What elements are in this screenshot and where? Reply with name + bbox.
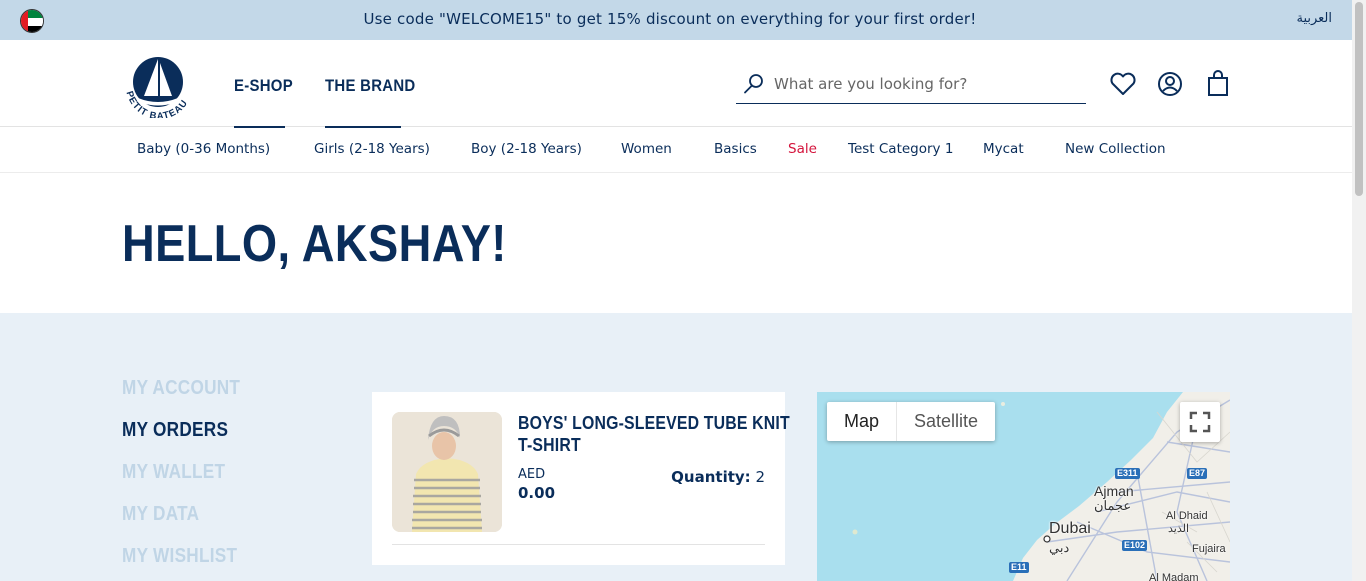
promo-bar: Use code "WELCOME15" to get 15% discount…: [0, 0, 1352, 40]
map-label-ajman: Ajman: [1094, 483, 1134, 499]
category-girls[interactable]: Girls (2-18 Years): [314, 141, 430, 157]
map-label-al-dhaid: Al Dhaid: [1166, 510, 1208, 522]
bag-icon[interactable]: [1203, 69, 1233, 99]
search-bar[interactable]: [736, 69, 1086, 104]
price-currency: AED: [518, 467, 546, 482]
page-title: HELLO, AKSHAY!: [122, 215, 507, 273]
sidebar-item-my-wallet[interactable]: MY WALLET: [122, 461, 225, 484]
map-label-ajman-ar: عجمان: [1094, 498, 1132, 513]
search-input[interactable]: [774, 71, 1074, 97]
road-shield-e311: E311: [1115, 468, 1140, 479]
road-shield-e102: E102: [1122, 540, 1148, 551]
category-sale[interactable]: Sale: [788, 141, 817, 157]
category-nav: Baby (0-36 Months) Girls (2-18 Years) Bo…: [0, 128, 1352, 173]
sidebar-item-my-data[interactable]: MY DATA: [122, 503, 199, 526]
map-type-map[interactable]: Map: [827, 402, 896, 441]
heart-icon[interactable]: [1108, 69, 1138, 99]
account-content: MY ACCOUNT MY ORDERS MY WALLET MY DATA M…: [0, 313, 1352, 581]
nav-eshop[interactable]: E-SHOP: [234, 76, 293, 96]
map-label-fujaira: Fujaira: [1192, 543, 1226, 555]
scrollbar-thumb[interactable]: [1355, 2, 1363, 196]
quantity-value: 2: [755, 468, 765, 486]
product-name-line-1: BOYS' LONG-SLEEVED TUBE KNIT: [518, 413, 790, 433]
road-shield-e87: E87: [1187, 468, 1208, 479]
category-test-category-1[interactable]: Test Category 1: [848, 141, 953, 157]
product-name[interactable]: BOYS' LONG-SLEEVED TUBE KNIT T-SHIRT: [518, 412, 790, 456]
price-value: 0.00: [518, 484, 556, 502]
fullscreen-icon: [1189, 411, 1211, 433]
quantity-label: Quantity:: [671, 468, 751, 486]
map-label-al-dhaid-ar: الذيد: [1168, 523, 1190, 535]
brand-logo[interactable]: PETIT BATEAU: [120, 50, 198, 122]
quantity: Quantity: 2: [671, 468, 765, 486]
fullscreen-button[interactable]: [1180, 402, 1220, 442]
category-mycat[interactable]: Mycat: [983, 141, 1024, 157]
map-type-satellite[interactable]: Satellite: [896, 402, 995, 441]
map-type-toggle[interactable]: Map Satellite: [827, 402, 996, 441]
account-icon[interactable]: [1155, 69, 1185, 99]
category-new-collection[interactable]: New Collection: [1065, 141, 1166, 157]
language-switch-link[interactable]: العربية: [1296, 11, 1332, 26]
category-baby[interactable]: Baby (0-36 Months): [137, 141, 270, 157]
greeting-section: HELLO, AKSHAY!: [0, 174, 1352, 313]
category-boy[interactable]: Boy (2-18 Years): [471, 141, 582, 157]
sidebar-item-my-wishlist[interactable]: MY WISHLIST: [122, 545, 237, 568]
promo-message: Use code "WELCOME15" to get 15% discount…: [363, 10, 977, 28]
sidebar-item-my-orders[interactable]: MY ORDERS: [122, 419, 228, 442]
search-icon[interactable]: [742, 72, 766, 96]
product-image[interactable]: [392, 412, 502, 532]
product-name-line-2: T-SHIRT: [518, 435, 581, 455]
map-label-dubai: Dubai: [1049, 520, 1091, 537]
dubai-marker-icon: [1043, 535, 1051, 543]
divider: [392, 544, 765, 545]
site-header: PETIT BATEAU E-SHOP THE BRAND: [0, 40, 1352, 128]
map-label-dubai-ar: دبي: [1049, 540, 1070, 555]
order-item-card: BOYS' LONG-SLEEVED TUBE KNIT T-SHIRT AED…: [372, 392, 790, 565]
sidebar-item-my-account[interactable]: MY ACCOUNT: [122, 377, 240, 400]
road-shield-e11: E11: [1009, 562, 1029, 573]
category-women[interactable]: Women: [621, 141, 672, 157]
delivery-map[interactable]: Map Satellite Ajman عجمان Dubai دبي Al D…: [817, 392, 1230, 581]
nav-the-brand[interactable]: THE BRAND: [325, 76, 415, 96]
page-scrollbar[interactable]: [1352, 0, 1366, 581]
category-basics[interactable]: Basics: [714, 141, 757, 157]
map-label-al-madam: Al Madam: [1149, 572, 1199, 581]
